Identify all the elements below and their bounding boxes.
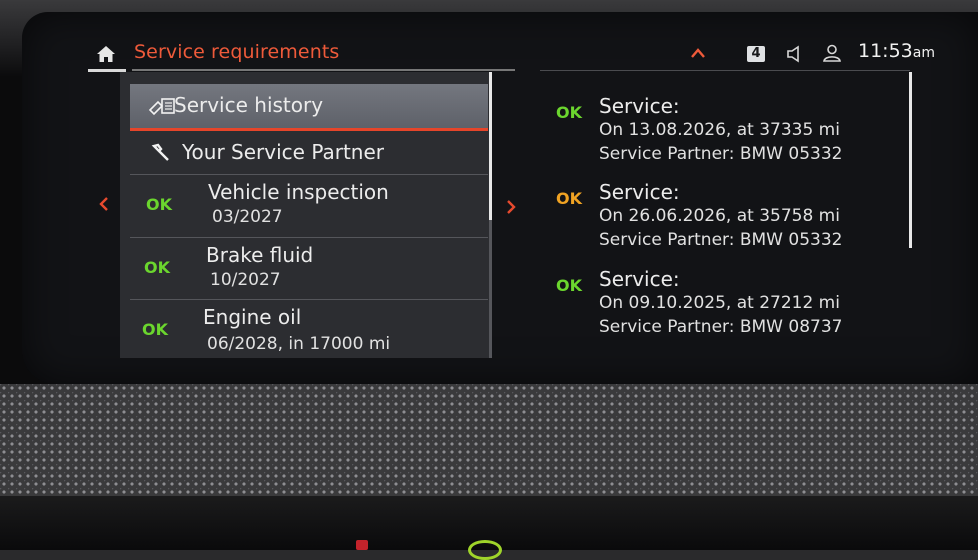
menu-item-label: Your Service Partner xyxy=(182,140,385,164)
requirement-due: 10/2027 xyxy=(210,270,281,290)
history-scrollbar[interactable] xyxy=(909,72,912,248)
requirement-engine-oil[interactable]: OK Engine oil 06/2028, in 17000 mi xyxy=(130,300,488,358)
console-control-ring xyxy=(468,540,502,560)
menu-item-your-service-partner[interactable]: Your Service Partner xyxy=(130,131,488,175)
speaker-icon[interactable] xyxy=(786,45,804,63)
speaker-grille xyxy=(0,384,978,496)
wrench-icon xyxy=(151,143,169,161)
history-entry-title: Service: xyxy=(599,267,680,291)
history-entry-date: On 09.10.2025, at 27212 mi xyxy=(599,293,840,313)
chevron-right-icon[interactable] xyxy=(505,198,517,216)
home-icon[interactable] xyxy=(96,44,116,64)
requirement-due: 06/2028, in 17000 mi xyxy=(207,334,391,354)
history-entry-date: On 13.08.2026, at 37335 mi xyxy=(599,120,840,140)
history-entry-partner: Service Partner: BMW 08737 xyxy=(599,317,843,337)
history-entry-title: Service: xyxy=(599,94,680,118)
requirement-vehicle-inspection[interactable]: OK Vehicle inspection 03/2027 xyxy=(130,175,488,238)
requirement-name: Engine oil xyxy=(203,305,302,329)
user-icon[interactable] xyxy=(822,43,842,63)
status-ok-label: OK xyxy=(144,258,170,277)
history-entry-partner: Service Partner: BMW 05332 xyxy=(599,144,843,164)
title-underline xyxy=(132,69,515,71)
service-requirements-list: Service history Your Service Partner OK … xyxy=(120,72,492,358)
clock-ampm: am xyxy=(912,45,935,61)
history-entry-date: On 26.06.2026, at 35758 mi xyxy=(599,206,840,226)
status-ok-label: OK xyxy=(556,276,582,295)
service-history-icon xyxy=(148,98,175,116)
requirement-name: Vehicle inspection xyxy=(208,180,389,204)
hazard-button xyxy=(356,540,368,550)
status-ok-label: OK xyxy=(142,320,168,339)
history-entry-partner: Service Partner: BMW 05332 xyxy=(599,230,843,250)
page-title: Service requirements xyxy=(134,41,340,63)
clock-time: 11:53 xyxy=(858,40,913,62)
chevron-left-icon[interactable] xyxy=(98,195,110,213)
list-scrollbar-thumb[interactable] xyxy=(489,72,492,220)
menu-item-label: Service history xyxy=(174,93,324,117)
status-ok-label: OK xyxy=(146,195,172,214)
requirement-name: Brake fluid xyxy=(206,243,314,267)
message-count-badge[interactable]: 4 xyxy=(747,46,765,62)
history-panel-divider xyxy=(540,70,910,71)
requirement-due: 03/2027 xyxy=(212,207,283,227)
menu-item-service-history[interactable]: Service history xyxy=(130,84,488,131)
chevron-up-icon[interactable] xyxy=(690,46,706,60)
requirement-brake-fluid[interactable]: OK Brake fluid 10/2027 xyxy=(130,238,488,300)
status-ok-label: OK xyxy=(556,103,582,122)
history-entry-title: Service: xyxy=(599,180,680,204)
clock: 11:53am xyxy=(858,40,935,62)
status-ok-label: OK xyxy=(556,189,582,208)
status-header: Service requirements 4 11:53am xyxy=(84,40,935,72)
